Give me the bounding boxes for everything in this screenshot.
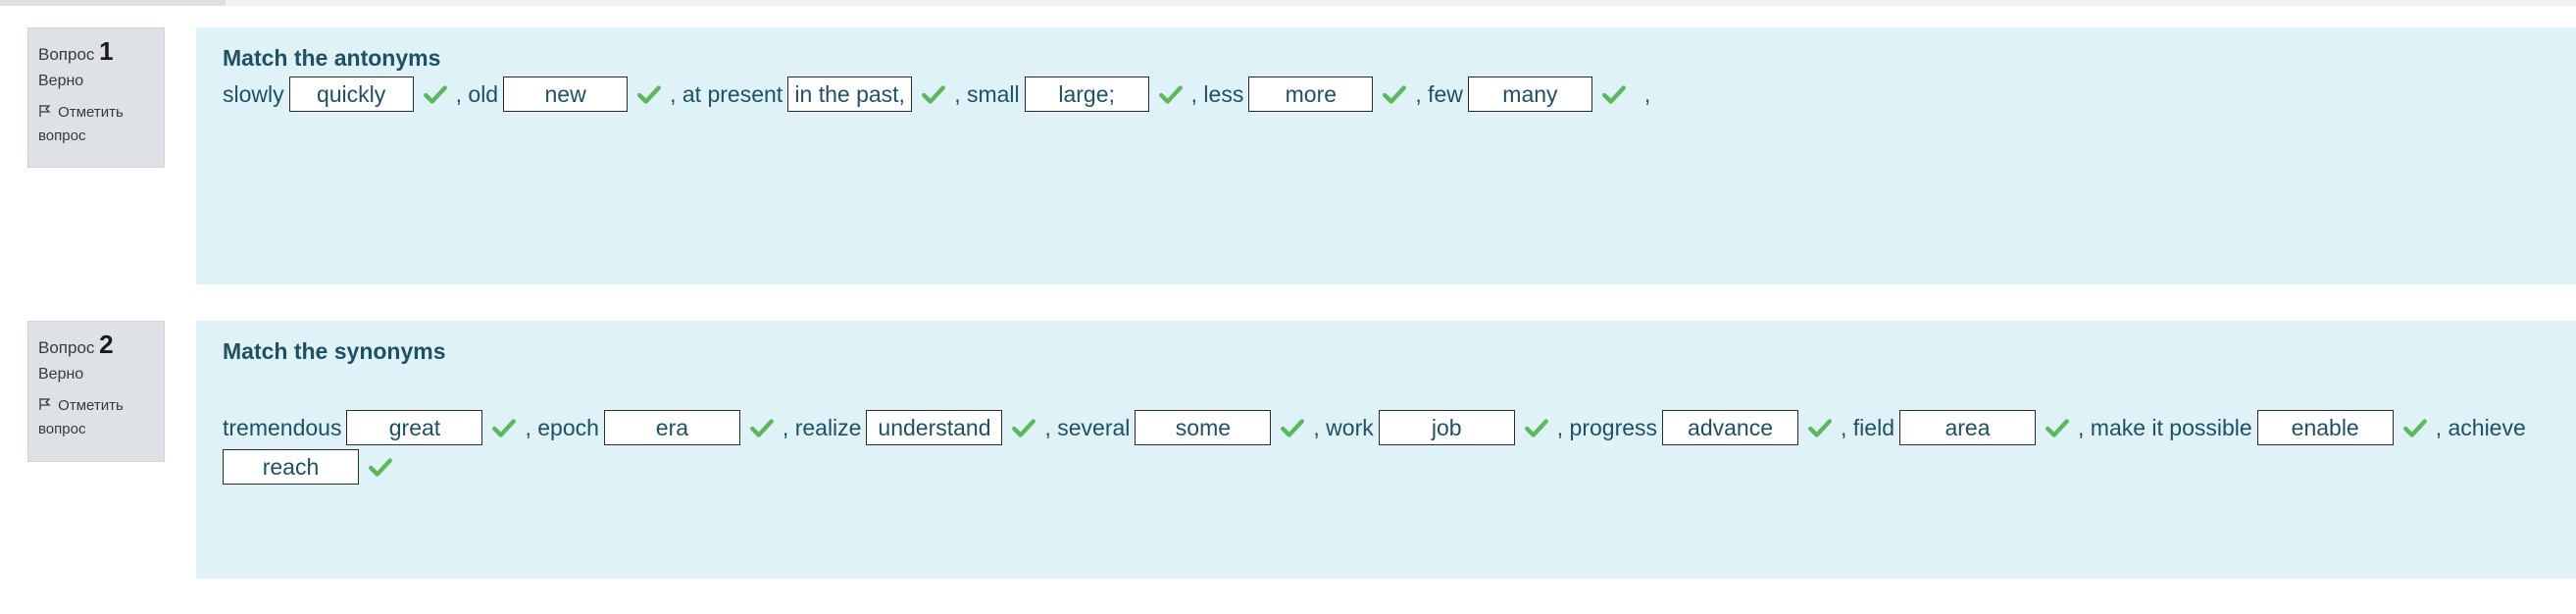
- answer-dropzone[interactable]: many: [1467, 77, 1592, 112]
- answer-dropzone[interactable]: area: [1899, 410, 2036, 445]
- question-label: Вопрос: [38, 45, 95, 64]
- check-icon: [423, 85, 447, 104]
- item-word: , field: [1841, 414, 1894, 440]
- answer-dropzone[interactable]: some: [1135, 410, 1272, 445]
- question-state: Верно: [38, 73, 84, 89]
- question-content-1: Match the antonyms slowly quickly , old new…: [196, 27, 2576, 284]
- check-icon: [637, 85, 662, 104]
- trailing-comma: ,: [1643, 80, 1651, 107]
- question-state: Верно: [38, 366, 84, 383]
- check-icon: [1281, 419, 1305, 437]
- check-icon: [2402, 419, 2427, 437]
- item-word: , progress: [1556, 414, 1658, 440]
- question-title: Match the antonyms: [223, 45, 441, 71]
- item-word: , epoch: [525, 414, 599, 440]
- top-strip-segment: [0, 0, 226, 6]
- answer-line: slowly quickly , old new , at present in the …: [223, 75, 2550, 114]
- answer-dropzone[interactable]: great: [346, 410, 483, 445]
- check-icon: [1524, 419, 1548, 437]
- item-word: , old: [455, 80, 499, 107]
- question-info-2: Вопрос 2 Верно Отметить вопрос: [27, 321, 165, 462]
- answer-dropzone[interactable]: large;: [1024, 77, 1149, 112]
- answer-dropzone[interactable]: reach: [223, 449, 359, 485]
- check-icon: [1808, 419, 1832, 437]
- item-word: , less: [1190, 80, 1244, 107]
- answer-dropzone[interactable]: advance: [1662, 410, 1799, 445]
- check-icon: [1012, 419, 1036, 437]
- item-word: tremendous: [223, 414, 342, 440]
- question-title: Match the synonyms: [223, 338, 446, 364]
- item-word: , realize: [782, 414, 862, 440]
- item-word: , make it possible: [2078, 414, 2252, 440]
- question-content-2: Match the synonyms tremendous great , epoc…: [196, 321, 2576, 579]
- item-word: , small: [954, 80, 1020, 107]
- item-word: slowly: [223, 80, 284, 107]
- check-icon: [2046, 419, 2069, 437]
- flag-icon: [39, 398, 51, 410]
- answer-dropzone[interactable]: era: [603, 410, 740, 445]
- answer-line: tremendous great , epoch era , realize unders…: [223, 408, 2550, 447]
- answer-dropzone[interactable]: in the past,: [787, 77, 913, 112]
- answer-dropzone[interactable]: understand: [866, 410, 1003, 445]
- check-icon: [922, 85, 946, 104]
- item-word: , at present: [670, 80, 783, 107]
- check-icon: [1383, 85, 1407, 104]
- answer-dropzone[interactable]: new: [503, 77, 629, 112]
- flag-icon: [39, 105, 51, 117]
- item-word: , several: [1044, 414, 1131, 440]
- flag-question-link[interactable]: Отметить вопрос: [38, 394, 154, 441]
- answer-dropzone[interactable]: job: [1378, 410, 1515, 445]
- check-icon: [1601, 85, 1626, 104]
- answer-dropzone[interactable]: enable: [2256, 410, 2394, 445]
- check-icon: [1158, 85, 1183, 104]
- question-number-2: Вопрос 2: [38, 330, 154, 359]
- flag-question-link[interactable]: Отметить вопрос: [38, 101, 154, 148]
- answer-line: reach: [223, 447, 2550, 486]
- top-strip: [0, 0, 2576, 6]
- item-word: , few: [1415, 80, 1463, 107]
- question-number: 1: [99, 36, 114, 66]
- question-info-1: Вопрос 1 Верно Отметить вопрос: [27, 27, 165, 168]
- answer-dropzone[interactable]: quickly: [288, 77, 414, 112]
- question-label: Вопрос: [38, 338, 95, 357]
- check-icon: [369, 458, 392, 477]
- question-number-1: Вопрос 1: [38, 38, 154, 66]
- check-icon: [492, 419, 517, 437]
- check-icon: [750, 419, 774, 437]
- item-word: , achieve: [2435, 414, 2526, 440]
- item-word: , work: [1313, 414, 1374, 440]
- answer-dropzone[interactable]: more: [1248, 77, 1374, 112]
- question-number: 2: [99, 330, 114, 359]
